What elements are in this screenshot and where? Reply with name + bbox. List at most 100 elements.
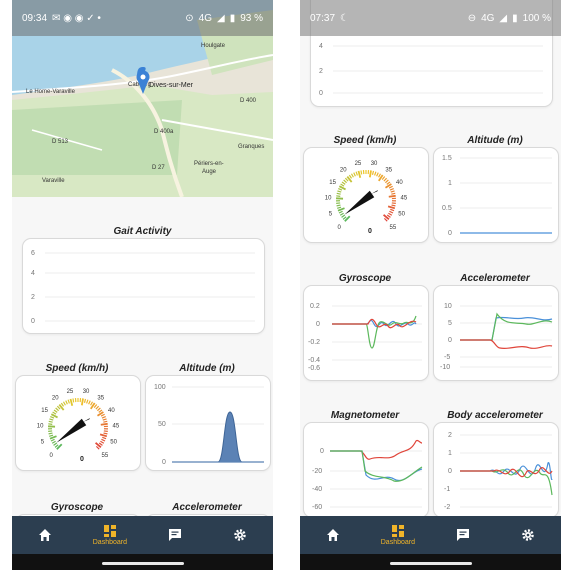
gauge-tick-label: 40 — [396, 180, 403, 186]
gauge-tick — [83, 398, 87, 403]
speed-gauge-card: 0 5 10 15 20 25 30 35 40 45 50 55 0 — [15, 375, 141, 471]
mag-series-z — [330, 439, 423, 460]
gauge-tick — [102, 418, 107, 421]
status-bar: 07:37 ☾ ⊖ 4G ◢ ▮ 100 % — [300, 0, 561, 36]
nav-settings[interactable] — [501, 528, 556, 542]
altitude-plot: 1.5 1 0.5 0 — [442, 155, 552, 237]
altitude-y-tick: 100 — [154, 384, 166, 391]
gauge-tick — [376, 172, 379, 177]
gauge-tick — [389, 210, 394, 214]
altitude-chart: 1.5 1 0.5 0 — [433, 147, 559, 243]
gait-y-tick: 0 — [31, 318, 35, 325]
gauge-tick-label: 45 — [113, 423, 120, 429]
nav-dashboard[interactable]: Dashboard — [370, 524, 425, 546]
gauge-tick — [98, 409, 103, 413]
gauge-tick — [54, 444, 59, 448]
gauge-tick — [378, 173, 382, 178]
magnetometer-title: Magnetometer — [330, 410, 400, 421]
gauge-tick — [338, 210, 343, 214]
gauge-tick — [336, 195, 341, 197]
gauge-tick — [342, 216, 347, 220]
gauge-tick — [341, 181, 346, 185]
left-phone-screen: Houlgate Cabourg Le Home-Varaville Dives… — [12, 0, 273, 570]
gait-y-tick: 6 — [31, 250, 35, 257]
map-label-houlgate: Houlgate — [201, 43, 226, 49]
map-label-d513: D 513 — [52, 139, 69, 145]
bottom-navigation: Dashboard — [300, 516, 561, 554]
altitude-chart: 100 50 0 — [145, 375, 271, 471]
magnetometer-plot: 0 -20 -40 -60 — [312, 439, 423, 511]
gyro-y-tick: 0 — [316, 321, 320, 328]
accelerometer-plot: 10 5 0 -5 -10 — [440, 303, 553, 371]
nav-dashboard[interactable]: Dashboard — [82, 524, 137, 546]
map-label-dives: Dives-sur-Mer — [149, 82, 194, 89]
right-phone-screen: 4 2 0 07:37 ☾ ⊖ 4G ◢ ▮ 100 % Speed (km/h… — [300, 0, 561, 570]
nav-messages[interactable] — [148, 528, 203, 542]
gear-icon — [522, 529, 535, 541]
home-indicator[interactable] — [102, 562, 184, 565]
accel-series-z — [460, 339, 553, 350]
gauge-tick — [390, 208, 395, 212]
gauge-tick — [67, 399, 70, 404]
altitude-y-tick: 0 — [162, 459, 166, 466]
gauge-tick — [100, 413, 105, 417]
gauge-tick — [340, 183, 345, 187]
gauge-tick — [391, 192, 396, 195]
nav-home[interactable] — [305, 528, 360, 542]
location-status-icon: ⊙ — [185, 12, 194, 24]
gear-icon — [234, 529, 247, 541]
gauge-tick — [384, 179, 389, 184]
gauge-tick — [96, 407, 101, 412]
gauge-tick — [337, 207, 345, 212]
gauge-value: 0 — [80, 456, 84, 463]
gauge-value: 0 — [368, 228, 372, 235]
mag-series-y — [330, 450, 423, 482]
gauge-tick-label: 5 — [41, 439, 45, 445]
gauge-tick — [50, 415, 55, 419]
top-y-tick: 4 — [319, 43, 323, 50]
gauge-tick — [383, 177, 388, 182]
body-accel-y-tick: 2 — [448, 432, 452, 439]
gauge-tick-label: 30 — [371, 161, 378, 167]
gauge-tick — [60, 402, 65, 407]
battery-icon: ▮ — [512, 12, 518, 24]
gauge-tick-label: 0 — [337, 225, 341, 231]
gauge-needle-tail — [83, 418, 90, 422]
gauge-tick — [390, 190, 395, 193]
gauge-tick — [69, 398, 74, 406]
notification-icon: ☾ — [340, 12, 349, 24]
gauge-tick — [103, 432, 108, 435]
gauge-tick-label: 35 — [385, 168, 392, 174]
gauge-tick — [100, 440, 105, 444]
accel-y-tick: -5 — [444, 354, 450, 361]
gauge-tick-label: 10 — [325, 195, 332, 201]
home-indicator[interactable] — [390, 562, 472, 565]
map-label-varaville: Varaville — [42, 178, 65, 184]
gauge-tick — [49, 418, 54, 421]
gauge-tick — [371, 170, 375, 175]
gauge-tick — [337, 206, 342, 209]
gauge-tick — [93, 404, 98, 409]
gauge-tick — [55, 407, 60, 412]
status-time: 07:37 — [310, 12, 336, 24]
gauge-tick — [100, 422, 108, 426]
gauge-tick — [344, 177, 349, 182]
gauge-tick-label: 50 — [398, 211, 405, 217]
body-accel-y-tick: 1 — [448, 450, 452, 457]
gyroscope-title: Gyroscope — [338, 273, 392, 284]
altitude-title: Altitude (m) — [179, 363, 235, 374]
dashboard-icon — [103, 525, 116, 537]
nav-messages[interactable] — [436, 528, 491, 542]
gauge-tick — [341, 214, 346, 218]
gauge-tick — [53, 442, 58, 446]
gyroscope-plot: 0.2 0 -0.2 -0.4 -0.6 — [308, 303, 422, 372]
gauge-tick — [51, 440, 56, 444]
gauge-tick — [48, 432, 53, 435]
map-label-d400a: D 400a — [154, 129, 174, 135]
gauge-tick — [343, 179, 348, 184]
top-y-tick: 0 — [319, 90, 323, 97]
battery-level: 100 % — [522, 12, 551, 24]
notification-icons: ✉ ◉ ◉ ✓ • — [52, 12, 101, 24]
nav-home[interactable] — [17, 528, 72, 542]
nav-settings[interactable] — [213, 528, 268, 542]
